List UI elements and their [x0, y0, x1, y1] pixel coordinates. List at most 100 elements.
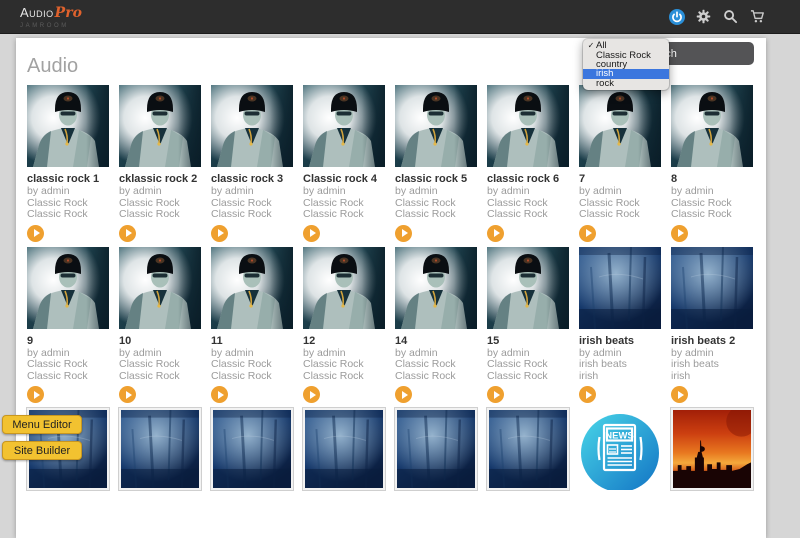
- play-icon: [310, 391, 316, 399]
- album-art[interactable]: [579, 247, 661, 329]
- track-genre: Classic Rock: [27, 359, 109, 371]
- track-subgenre: Classic Rock: [211, 371, 293, 383]
- track-title[interactable]: Classic rock 4: [303, 172, 385, 186]
- grid-row: 9 by admin Classic Rock Classic Rock 10 …: [27, 247, 766, 404]
- play-button[interactable]: [487, 225, 504, 242]
- play-button[interactable]: [119, 225, 136, 242]
- play-icon: [126, 229, 132, 237]
- album-art[interactable]: [27, 247, 109, 329]
- menu-editor-button[interactable]: Menu Editor: [2, 415, 82, 434]
- track-title[interactable]: 8: [671, 172, 753, 186]
- track-title[interactable]: 9: [27, 334, 109, 348]
- audio-card[interactable]: [119, 408, 201, 490]
- album-art[interactable]: [27, 85, 109, 167]
- album-art[interactable]: [487, 408, 569, 490]
- play-button[interactable]: [119, 386, 136, 403]
- track-subgenre: Classic Rock: [671, 209, 753, 221]
- audio-card[interactable]: irish beats by admin irish beats irish: [579, 247, 661, 404]
- play-button[interactable]: [671, 386, 688, 403]
- audio-card[interactable]: [579, 408, 661, 490]
- audio-card[interactable]: 7 by admin Classic Rock Classic Rock: [579, 85, 661, 242]
- grid-row: [27, 408, 766, 490]
- album-art[interactable]: [579, 408, 661, 490]
- search-icon[interactable]: [722, 8, 739, 25]
- audio-card[interactable]: [303, 408, 385, 490]
- album-art[interactable]: [487, 85, 569, 167]
- album-art[interactable]: [211, 408, 293, 490]
- album-art[interactable]: [119, 247, 201, 329]
- audio-card[interactable]: classic rock 6 by admin Classic Rock Cla…: [487, 85, 569, 242]
- album-art[interactable]: [303, 247, 385, 329]
- track-title[interactable]: 11: [211, 334, 293, 348]
- track-genre: irish beats: [671, 359, 753, 371]
- audio-card[interactable]: cklassic rock 2 by admin Classic Rock Cl…: [119, 85, 201, 242]
- play-button[interactable]: [487, 386, 504, 403]
- play-button[interactable]: [303, 386, 320, 403]
- audio-card[interactable]: classic rock 3 by admin Classic Rock Cla…: [211, 85, 293, 242]
- track-title[interactable]: cklassic rock 2: [119, 172, 201, 186]
- play-button[interactable]: [395, 386, 412, 403]
- audio-card[interactable]: [671, 408, 753, 490]
- play-icon: [678, 229, 684, 237]
- audio-card[interactable]: classic rock 5 by admin Classic Rock Cla…: [395, 85, 477, 242]
- play-button[interactable]: [671, 225, 688, 242]
- album-art[interactable]: [487, 247, 569, 329]
- track-title[interactable]: irish beats 2: [671, 334, 753, 348]
- album-art[interactable]: [119, 408, 201, 490]
- dropdown-option[interactable]: rock: [583, 79, 669, 88]
- track-title[interactable]: classic rock 6: [487, 172, 569, 186]
- audio-card[interactable]: 14 by admin Classic Rock Classic Rock: [395, 247, 477, 404]
- album-art[interactable]: [395, 247, 477, 329]
- track-title[interactable]: 10: [119, 334, 201, 348]
- track-title[interactable]: 12: [303, 334, 385, 348]
- cart-icon[interactable]: [749, 8, 766, 25]
- play-button[interactable]: [303, 225, 320, 242]
- play-button[interactable]: [579, 225, 596, 242]
- audio-card[interactable]: [487, 408, 569, 490]
- album-art[interactable]: [671, 247, 753, 329]
- album-art[interactable]: [395, 85, 477, 167]
- play-icon: [34, 391, 40, 399]
- track-title[interactable]: 7: [579, 172, 661, 186]
- dropdown-option-label: rock: [596, 78, 614, 89]
- album-art[interactable]: [303, 408, 385, 490]
- gear-icon[interactable]: [695, 8, 712, 25]
- logo-text-audio: Audio: [20, 5, 54, 20]
- app-logo[interactable]: AudioPro JAMROOM: [20, 5, 82, 29]
- album-art[interactable]: [211, 85, 293, 167]
- album-art[interactable]: [671, 85, 753, 167]
- audio-card[interactable]: 11 by admin Classic Rock Classic Rock: [211, 247, 293, 404]
- play-button[interactable]: [395, 225, 412, 242]
- audio-card[interactable]: 9 by admin Classic Rock Classic Rock: [27, 247, 109, 404]
- audio-card[interactable]: classic rock 1 by admin Classic Rock Cla…: [27, 85, 109, 242]
- album-art[interactable]: [579, 85, 661, 167]
- play-button[interactable]: [211, 386, 228, 403]
- play-button[interactable]: [27, 225, 44, 242]
- album-art[interactable]: [671, 408, 753, 490]
- track-title[interactable]: 14: [395, 334, 477, 348]
- audio-card[interactable]: 10 by admin Classic Rock Classic Rock: [119, 247, 201, 404]
- site-builder-button[interactable]: Site Builder: [2, 441, 82, 460]
- play-button[interactable]: [211, 225, 228, 242]
- logo-text: AudioPro: [20, 5, 82, 21]
- album-art[interactable]: [119, 85, 201, 167]
- audio-card[interactable]: 12 by admin Classic Rock Classic Rock: [303, 247, 385, 404]
- audio-card[interactable]: [395, 408, 477, 490]
- play-button[interactable]: [579, 386, 596, 403]
- audio-card[interactable]: [211, 408, 293, 490]
- audio-card[interactable]: irish beats 2 by admin irish beats irish: [671, 247, 753, 404]
- album-art[interactable]: [211, 247, 293, 329]
- album-art[interactable]: [395, 408, 477, 490]
- track-title[interactable]: classic rock 1: [27, 172, 109, 186]
- audio-card[interactable]: 8 by admin Classic Rock Classic Rock: [671, 85, 753, 242]
- audio-card[interactable]: Classic rock 4 by admin Classic Rock Cla…: [303, 85, 385, 242]
- play-button[interactable]: [27, 386, 44, 403]
- track-title[interactable]: 15: [487, 334, 569, 348]
- track-subgenre: Classic Rock: [27, 209, 109, 221]
- power-icon[interactable]: [668, 8, 685, 25]
- track-title[interactable]: classic rock 5: [395, 172, 477, 186]
- track-title[interactable]: classic rock 3: [211, 172, 293, 186]
- album-art[interactable]: [303, 85, 385, 167]
- track-title[interactable]: irish beats: [579, 334, 661, 348]
- audio-card[interactable]: 15 by admin Classic Rock Classic Rock: [487, 247, 569, 404]
